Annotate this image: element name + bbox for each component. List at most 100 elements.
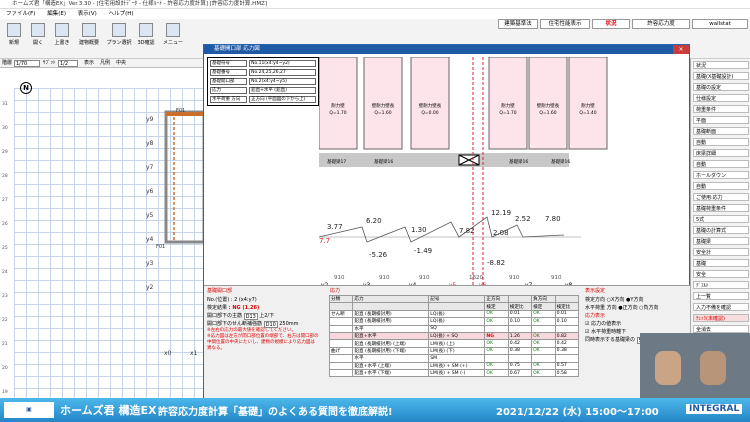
info-row: 基礎符号 No.11(x4:y4~y2)	[210, 60, 316, 67]
right-panel-item[interactable]: 状況	[693, 61, 749, 69]
menu-view[interactable]: 表示(V)	[78, 11, 97, 17]
table-header-row: 分類 応力 記号 正方向 負方向	[328, 294, 580, 304]
right-panel-item[interactable]: 安全計	[693, 248, 749, 256]
right-panel-item[interactable]: 自動	[693, 138, 749, 146]
menu-button[interactable]: メニュー	[158, 21, 188, 51]
wall-column	[319, 57, 358, 150]
logo-badge: ▣	[4, 402, 54, 418]
side-number: 27	[2, 198, 8, 203]
right-panel-item[interactable]: ホールダウン	[693, 171, 749, 179]
new-button[interactable]: 新規	[2, 21, 26, 51]
stress-diagram-dialog: 基礎開口部 応力図 × 基礎符号 No.11(x4:y4~y2) 基礎番号 No.2…	[203, 44, 691, 399]
new-file-icon	[7, 23, 21, 37]
marker-label: F01	[176, 108, 186, 114]
right-panel-item[interactable]: 安全	[693, 270, 749, 278]
table-cell: 鉛直 (長期検討用)	[352, 317, 430, 326]
center-button[interactable]: 中央	[116, 59, 126, 68]
menu-edit[interactable]: 編集(E)	[47, 11, 66, 17]
column-sub: Q=1.70	[329, 110, 346, 116]
3d-view-button[interactable]: 3D確認	[134, 21, 158, 51]
table-row[interactable]: 水平 SQ	[328, 324, 580, 333]
main-bar-select[interactable]: D13	[243, 313, 258, 320]
info-value: 正方向 (平面図の下から上)	[249, 96, 316, 103]
table-row[interactable]: 鉛直+水平 LQ(長) + SQ NG 1.26 OK 0.82	[328, 331, 580, 341]
table-row[interactable]: 鉛直 (長期検討用) LQ(長) OK 0.10 OK 0.10	[328, 317, 580, 326]
table-cell: 曲げ	[328, 346, 354, 356]
stress-table: 分類 応力 記号 正方向 負方向 検定 検定比 検定 検定比 せん断 鉛直 (長期検討用) LQ(長…	[328, 294, 580, 378]
legend-button[interactable]: 凡例	[100, 59, 110, 68]
subset-select[interactable]: 1/2	[58, 60, 78, 67]
table-cell: OK	[484, 317, 509, 326]
right-panel-item[interactable]: 仕様設定	[693, 94, 749, 102]
table-row[interactable]: 水平 SM	[328, 354, 580, 363]
tab-wallstat[interactable]: wallstat	[692, 19, 748, 29]
span-dimension: 910	[551, 275, 562, 281]
presenter-avatar	[700, 351, 726, 385]
show-button[interactable]: 表示	[84, 59, 94, 68]
plan-select-button[interactable]: プラン選択	[104, 21, 134, 51]
floor-select[interactable]: 1/70	[14, 60, 40, 67]
right-panel-item[interactable]: 床梁詳細	[693, 149, 749, 157]
moment-value: 1.30	[411, 226, 427, 234]
table-row[interactable]: 鉛直+水平 (上端) LM(長) + SM (+) OK 0.75 OK 0.57	[328, 361, 580, 370]
floor-label: 階層	[2, 60, 13, 66]
right-panel-item[interactable]: 基礎の設定	[693, 83, 749, 91]
right-panel-item[interactable]: 基礎(X基礎設計)	[693, 72, 749, 80]
tab-status[interactable]: 状況	[592, 19, 630, 29]
table-cell	[531, 324, 556, 333]
right-panel-item[interactable]: 入力不備を確認	[693, 303, 749, 311]
building-summary-button[interactable]: 建物概要	[74, 21, 104, 51]
right-panel-item[interactable]: 荷重条件	[693, 105, 749, 113]
right-panel-item[interactable]: 自動	[693, 160, 749, 168]
stirrup-select[interactable]: D10	[263, 321, 278, 328]
table-row[interactable]: 曲げ 鉛直 (長期検討用) (下端) LM(長) (下) OK 0.38 OK 0.38	[328, 346, 580, 356]
save-button[interactable]: 上書き	[50, 21, 74, 51]
right-panel-item[interactable]: 基礎荷重条件	[693, 204, 749, 212]
column-label: 耐力壁	[581, 102, 595, 109]
menu-help[interactable]: ヘルプ(H)	[109, 11, 134, 17]
table-cell: LM(長) + SM (-)	[428, 368, 486, 378]
opening-details: No.(位置) : 2 (x4:y7) 検定結果 : NG (1.26) 開口部…	[207, 296, 319, 352]
table-cell: OK	[531, 346, 556, 356]
table-cell: LM(長) (上)	[428, 339, 486, 348]
side-number: 28	[2, 174, 8, 179]
table-row[interactable]: 鉛直+水平 (下端) LM(長) + SM (-) OK 0.67 OK 0.58	[328, 368, 580, 378]
plan-icon	[112, 23, 126, 37]
right-panel-item[interactable]: 全消去	[693, 325, 749, 333]
right-panel-item[interactable]: ﾁｪｯｸ(未確認)	[693, 314, 749, 322]
banner-date: 2021/12/22 (水) 15:00～17:00	[496, 407, 659, 418]
table-cell: OK	[531, 331, 556, 341]
table-row[interactable]: 鉛直 (長期検討用) (上端) LM(長) (上) OK 0.42 OK 0.42	[328, 339, 580, 348]
info-key: 水平荷重 方向	[210, 96, 248, 103]
column-label: 壁耐力壁長	[372, 102, 395, 109]
right-panel-item[interactable]: 基礎梁	[693, 237, 749, 245]
menu-file[interactable]: ファイル(F)	[6, 11, 35, 17]
checkbox-stress[interactable]: ☑ 応力の値表示	[585, 320, 689, 328]
right-panel-item[interactable]: ご使用:応力	[693, 193, 749, 201]
right-panel-item[interactable]: ﾃﾞﾌﾙﾄ	[693, 281, 749, 289]
menu-icon	[166, 23, 180, 37]
stress-section-label: 応力	[330, 288, 341, 294]
right-panel-item[interactable]: 5式	[693, 215, 749, 223]
close-icon[interactable]: ×	[673, 45, 689, 54]
right-panel-item[interactable]: 平面	[693, 116, 749, 124]
tab-housing-performance[interactable]: 住宅性能表示	[540, 19, 590, 29]
column-sub: Q=1.40	[579, 110, 596, 116]
right-panel-item[interactable]: 基礎の計算式	[693, 226, 749, 234]
right-panel-item[interactable]: 基礎断面	[693, 127, 749, 135]
house-icon	[82, 23, 96, 37]
info-value: No.24,25,26,27	[249, 69, 316, 76]
plan-canvas[interactable]: N y9 y8 y7 y6 y5 y4 y3 y2 x0 x1 F01 F01 …	[0, 68, 204, 398]
span-dimension: 910	[334, 275, 345, 281]
info-row: 応力 鉛直+水平 (鉛直)	[210, 87, 316, 94]
tab-allowable-stress[interactable]: 許容応力度	[632, 19, 690, 29]
right-panel-item[interactable]: 自動	[693, 182, 749, 190]
open-button[interactable]: 開く	[26, 21, 50, 51]
table-cell	[554, 324, 580, 333]
tab-building-law[interactable]: 建築基準法	[498, 19, 538, 29]
right-panel-item[interactable]: 基礎	[693, 259, 749, 267]
wall-column	[363, 57, 403, 150]
presenter-avatar	[655, 351, 681, 385]
right-panel-item[interactable]: 上一覧	[693, 292, 749, 300]
table-row[interactable]: せん断 鉛直 (長期検討用) LQ(長) OK 0.01 OK 0.01	[328, 309, 580, 319]
